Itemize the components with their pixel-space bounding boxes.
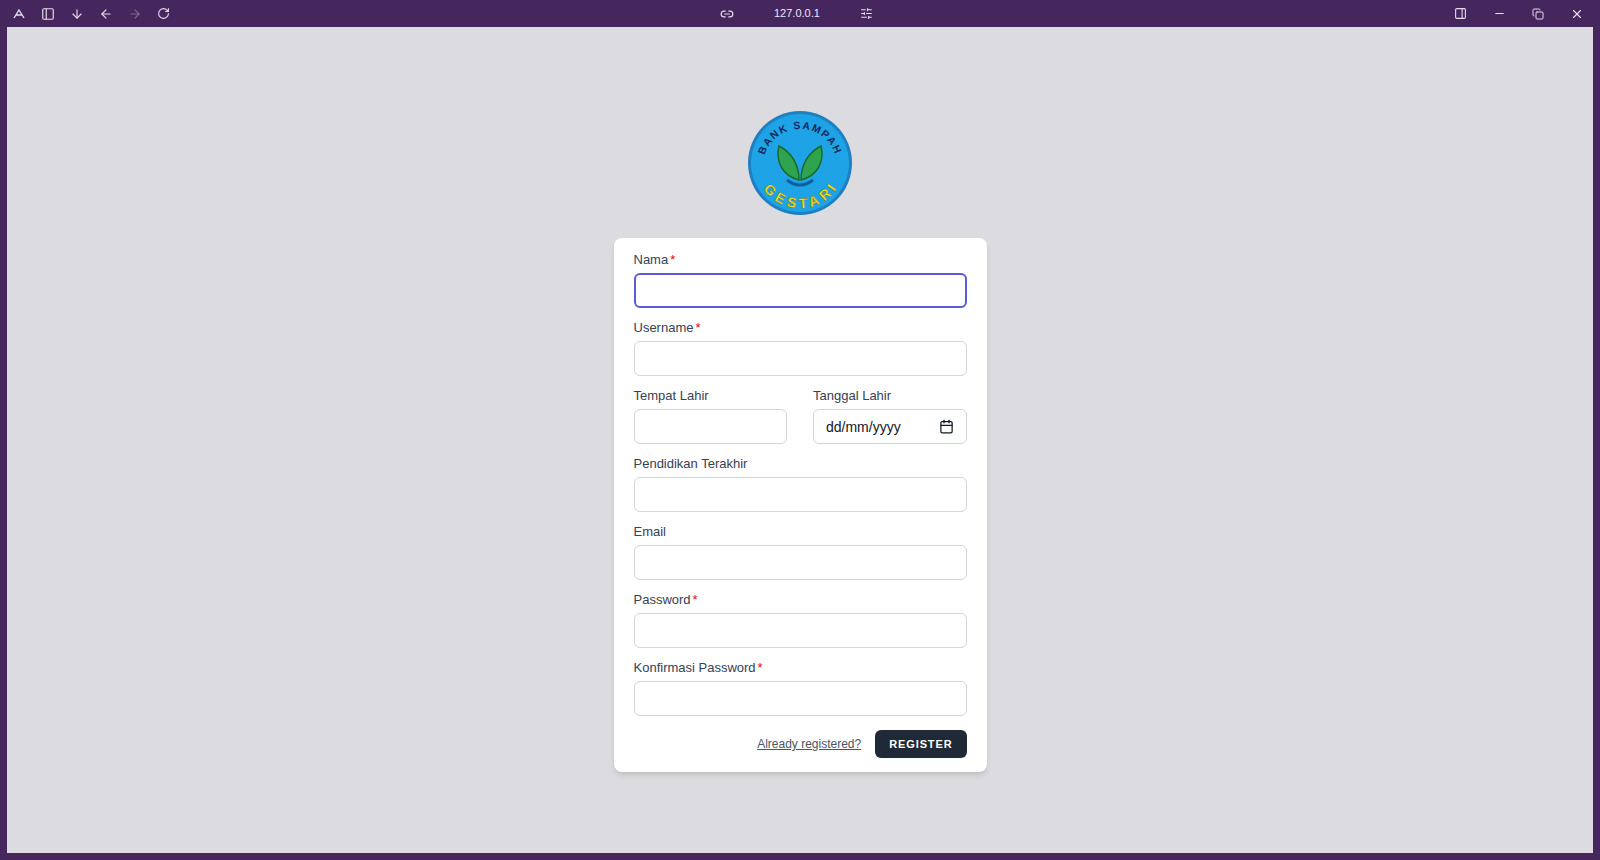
forward-icon[interactable] [128, 7, 142, 21]
back-icon[interactable] [99, 7, 113, 21]
text-input[interactable] [634, 613, 967, 648]
form-field: Pendidikan Terakhir [634, 454, 967, 512]
field-label: Nama* [634, 250, 967, 270]
calendar-icon[interactable] [939, 419, 954, 434]
browser-toolbar: 127.0.0.1 [0, 0, 1600, 27]
required-mark: * [693, 592, 698, 607]
form-field: Password* [634, 590, 967, 648]
login-link[interactable]: Already registered? [757, 735, 861, 753]
required-mark: * [695, 320, 700, 335]
field-label: Password* [634, 590, 967, 610]
form-row: Nama* [634, 250, 967, 308]
text-input[interactable] [634, 409, 788, 444]
form-field: Tempat Lahir [634, 386, 788, 444]
browser-window: 127.0.0.1 BANK SAMPAH GESTARI Nama* Username… [0, 0, 1600, 860]
form-field: Email [634, 522, 967, 580]
field-label: Email [634, 522, 967, 542]
text-input[interactable] [634, 545, 967, 580]
form-row: Email [634, 522, 967, 580]
site-settings-icon[interactable] [860, 7, 873, 20]
sidebar-icon[interactable] [41, 7, 55, 21]
reload-icon[interactable] [157, 7, 170, 20]
form-actions: Already registered? REGISTER [634, 730, 967, 758]
text-input[interactable] [634, 341, 967, 376]
field-label: Konfirmasi Password* [634, 658, 967, 678]
split-view-icon[interactable] [1454, 7, 1467, 20]
field-label: Tempat Lahir [634, 386, 788, 406]
svg-text:BANK SAMPAH: BANK SAMPAH [755, 119, 845, 156]
bank-sampah-logo: BANK SAMPAH GESTARI [747, 110, 853, 216]
address-text[interactable]: 127.0.0.1 [774, 5, 820, 22]
form-row: Konfirmasi Password* [634, 658, 967, 716]
field-label: Tanggal Lahir [813, 386, 967, 406]
text-input[interactable] [634, 273, 967, 308]
form-row: Pendidikan Terakhir [634, 454, 967, 512]
address-bar[interactable]: 127.0.0.1 [720, 0, 873, 27]
link-icon[interactable] [720, 7, 734, 21]
restore-icon[interactable] [1532, 8, 1544, 20]
register-button[interactable]: REGISTER [875, 730, 966, 758]
svg-text:GESTARI: GESTARI [761, 180, 840, 211]
form-field: Username* [634, 318, 967, 376]
form-row: Username* [634, 318, 967, 376]
form-field: Nama* [634, 250, 967, 308]
required-mark: * [758, 660, 763, 675]
minimize-icon[interactable] [1493, 7, 1506, 20]
download-icon[interactable] [70, 7, 84, 21]
form-row: Password* [634, 590, 967, 648]
form-row: Tempat Lahir Tanggal Lahir dd/mm/yyyy [634, 386, 967, 444]
form-field: Konfirmasi Password* [634, 658, 967, 716]
form-field: Tanggal Lahir dd/mm/yyyy [813, 386, 967, 444]
page-background: BANK SAMPAH GESTARI Nama* Username* Tempat L… [7, 27, 1593, 853]
field-label: Pendidikan Terakhir [634, 454, 967, 474]
browser-logo-icon[interactable] [12, 7, 26, 21]
date-input[interactable]: dd/mm/yyyy [813, 409, 967, 444]
text-input[interactable] [634, 681, 967, 716]
required-mark: * [670, 252, 675, 267]
register-card: Nama* Username* Tempat Lahir Tanggal Lahir d… [614, 238, 987, 772]
field-label: Username* [634, 318, 967, 338]
close-icon[interactable] [1570, 7, 1584, 21]
text-input[interactable] [634, 477, 967, 512]
